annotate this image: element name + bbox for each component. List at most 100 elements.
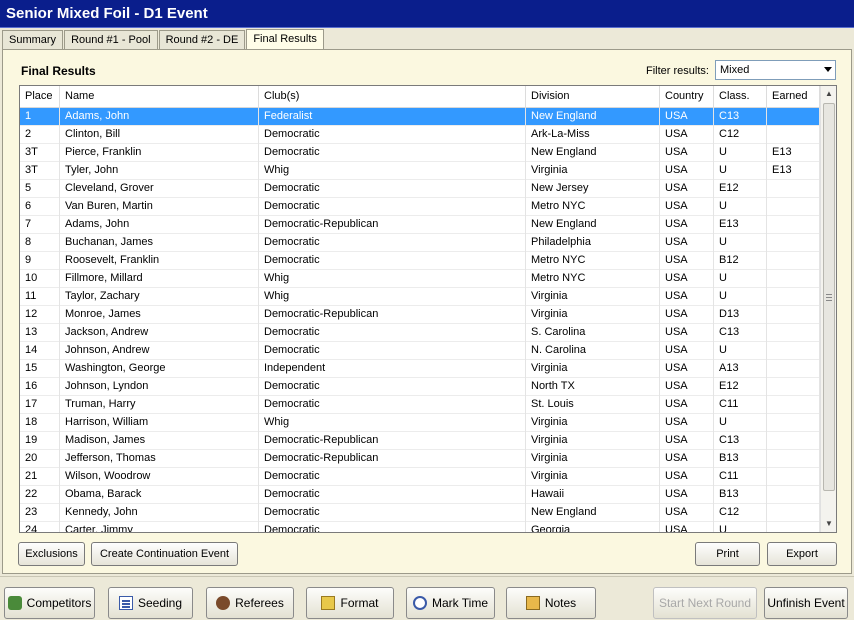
create-continuation-event-button[interactable]: Create Continuation Event	[91, 542, 238, 566]
final-results-panel: Final Results Filter results: Mixed Plac…	[2, 49, 852, 574]
table-row[interactable]: 5 Cleveland, Grover Democratic New Jersey US…	[20, 180, 820, 198]
cell-clubs: Federalist	[259, 108, 526, 126]
table-row[interactable]: 7 Adams, John Democratic-Republican New Eng…	[20, 216, 820, 234]
clock-icon	[412, 596, 427, 610]
cell-division: New Jersey	[526, 180, 660, 198]
print-button[interactable]: Print	[695, 542, 760, 566]
cell-earned	[767, 360, 820, 378]
filter-selected-value: Mixed	[720, 64, 750, 76]
scrollbar-thumb[interactable]	[823, 103, 835, 491]
column-header-earned[interactable]: Earned	[767, 86, 820, 108]
cell-name: Monroe, James	[60, 306, 259, 324]
column-header-country[interactable]: Country	[660, 86, 714, 108]
table-row[interactable]: 11 Taylor, Zachary Whig Virginia USA U	[20, 288, 820, 306]
format-button[interactable]: Format	[306, 587, 394, 619]
cell-class: C13	[714, 432, 767, 450]
referees-button[interactable]: Referees	[206, 587, 294, 619]
column-header-division[interactable]: Division	[526, 86, 660, 108]
unfinish-event-button[interactable]: Unfinish Event	[764, 587, 848, 619]
cell-country: USA	[660, 396, 714, 414]
cell-country: USA	[660, 450, 714, 468]
table-row[interactable]: 12 Monroe, James Democratic-Republican Virg…	[20, 306, 820, 324]
cell-name: Taylor, Zachary	[60, 288, 259, 306]
cell-earned	[767, 324, 820, 342]
results-table[interactable]: Place Name Club(s) Division Country Clas…	[19, 85, 837, 533]
cell-clubs: Democratic	[259, 504, 526, 522]
table-row[interactable]: 3T Tyler, John Whig Virginia USA U E13	[20, 162, 820, 180]
start-next-round-button[interactable]: Start Next Round	[653, 587, 757, 619]
table-row[interactable]: 24 Carter, Jimmy Democratic Georgia USA U	[20, 522, 820, 532]
filter-results-select[interactable]: Mixed	[715, 60, 836, 80]
table-row[interactable]: 8 Buchanan, James Democratic Philadelphia US…	[20, 234, 820, 252]
competitors-button[interactable]: Competitors	[4, 587, 95, 619]
cell-earned	[767, 306, 820, 324]
table-row[interactable]: 23 Kennedy, John Democratic New England USA C…	[20, 504, 820, 522]
scroll-down-icon[interactable]: ▼	[821, 516, 836, 532]
cell-name: Washington, George	[60, 360, 259, 378]
column-header-clubs[interactable]: Club(s)	[259, 86, 526, 108]
vertical-scrollbar[interactable]: ▲ ▼	[820, 86, 836, 532]
cell-earned	[767, 522, 820, 532]
cell-clubs: Democratic	[259, 468, 526, 486]
table-row[interactable]: 17 Truman, Harry Democratic St. Louis USA C11	[20, 396, 820, 414]
cell-class: U	[714, 144, 767, 162]
column-header-name[interactable]: Name	[60, 86, 259, 108]
cell-division: Ark-La-Miss	[526, 126, 660, 144]
cell-country: USA	[660, 504, 714, 522]
tab-round-2-de[interactable]: Round #2 - DE	[158, 30, 246, 50]
table-row[interactable]: 13 Jackson, Andrew Democratic S. Carolina US…	[20, 324, 820, 342]
cell-clubs: Democratic	[259, 522, 526, 532]
table-row[interactable]: 20 Jefferson, Thomas Democratic-Republican…	[20, 450, 820, 468]
export-button[interactable]: Export	[767, 542, 837, 566]
table-row[interactable]: 15 Washington, George Independent Virginia U…	[20, 360, 820, 378]
column-header-place[interactable]: Place	[20, 86, 60, 108]
table-row[interactable]: 18 Harrison, William Whig Virginia USA U	[20, 414, 820, 432]
cell-earned	[767, 378, 820, 396]
cell-place: 7	[20, 216, 60, 234]
cell-clubs: Democratic-Republican	[259, 432, 526, 450]
cell-country: USA	[660, 108, 714, 126]
cell-place: 24	[20, 522, 60, 532]
table-row[interactable]: 19 Madison, James Democratic-Republican Vir…	[20, 432, 820, 450]
table-row[interactable]: 3T Pierce, Franklin Democratic New England U…	[20, 144, 820, 162]
table-row[interactable]: 22 Obama, Barack Democratic Hawaii USA B13	[20, 486, 820, 504]
cell-name: Kennedy, John	[60, 504, 259, 522]
cell-name: Clinton, Bill	[60, 126, 259, 144]
cell-division: Hawaii	[526, 486, 660, 504]
notes-icon	[525, 596, 540, 610]
tab-summary[interactable]: Summary	[2, 30, 64, 50]
table-row[interactable]: 21 Wilson, Woodrow Democratic Virginia USA C1…	[20, 468, 820, 486]
cell-division: Metro NYC	[526, 252, 660, 270]
table-row[interactable]: 10 Fillmore, Millard Whig Metro NYC USA U	[20, 270, 820, 288]
table-row[interactable]: 16 Johnson, Lyndon Democratic North TX USA E1…	[20, 378, 820, 396]
bottom-toolbar: Competitors Seeding Referees Format Mark…	[0, 576, 854, 620]
column-header-class[interactable]: Class.	[714, 86, 767, 108]
cell-place: 9	[20, 252, 60, 270]
scroll-up-icon[interactable]: ▲	[821, 86, 836, 102]
notes-button[interactable]: Notes	[506, 587, 596, 619]
notes-label: Notes	[544, 596, 577, 610]
cell-place: 21	[20, 468, 60, 486]
table-body: 1 Adams, John Federalist New England USA C13 2…	[20, 108, 820, 532]
cell-class: E13	[714, 216, 767, 234]
cell-place: 23	[20, 504, 60, 522]
cell-class: U	[714, 198, 767, 216]
table-row[interactable]: 9 Roosevelt, Franklin Democratic Metro NYC U…	[20, 252, 820, 270]
cell-clubs: Democratic	[259, 144, 526, 162]
tab-round-1-pool[interactable]: Round #1 - Pool	[64, 30, 158, 50]
cell-clubs: Democratic	[259, 378, 526, 396]
cell-earned	[767, 216, 820, 234]
cell-country: USA	[660, 288, 714, 306]
table-row[interactable]: 14 Johnson, Andrew Democratic N. Carolina US…	[20, 342, 820, 360]
cell-country: USA	[660, 342, 714, 360]
seeding-button[interactable]: Seeding	[108, 587, 193, 619]
exclusions-button[interactable]: Exclusions	[18, 542, 85, 566]
cell-division: Virginia	[526, 414, 660, 432]
table-row[interactable]: 2 Clinton, Bill Democratic Ark-La-Miss USA C1…	[20, 126, 820, 144]
table-row[interactable]: 1 Adams, John Federalist New England USA C13	[20, 108, 820, 126]
mark-time-button[interactable]: Mark Time	[406, 587, 495, 619]
cell-division: New England	[526, 216, 660, 234]
tab-final-results[interactable]: Final Results	[246, 29, 324, 50]
table-row[interactable]: 6 Van Buren, Martin Democratic Metro NYC USA…	[20, 198, 820, 216]
cell-clubs: Independent	[259, 360, 526, 378]
